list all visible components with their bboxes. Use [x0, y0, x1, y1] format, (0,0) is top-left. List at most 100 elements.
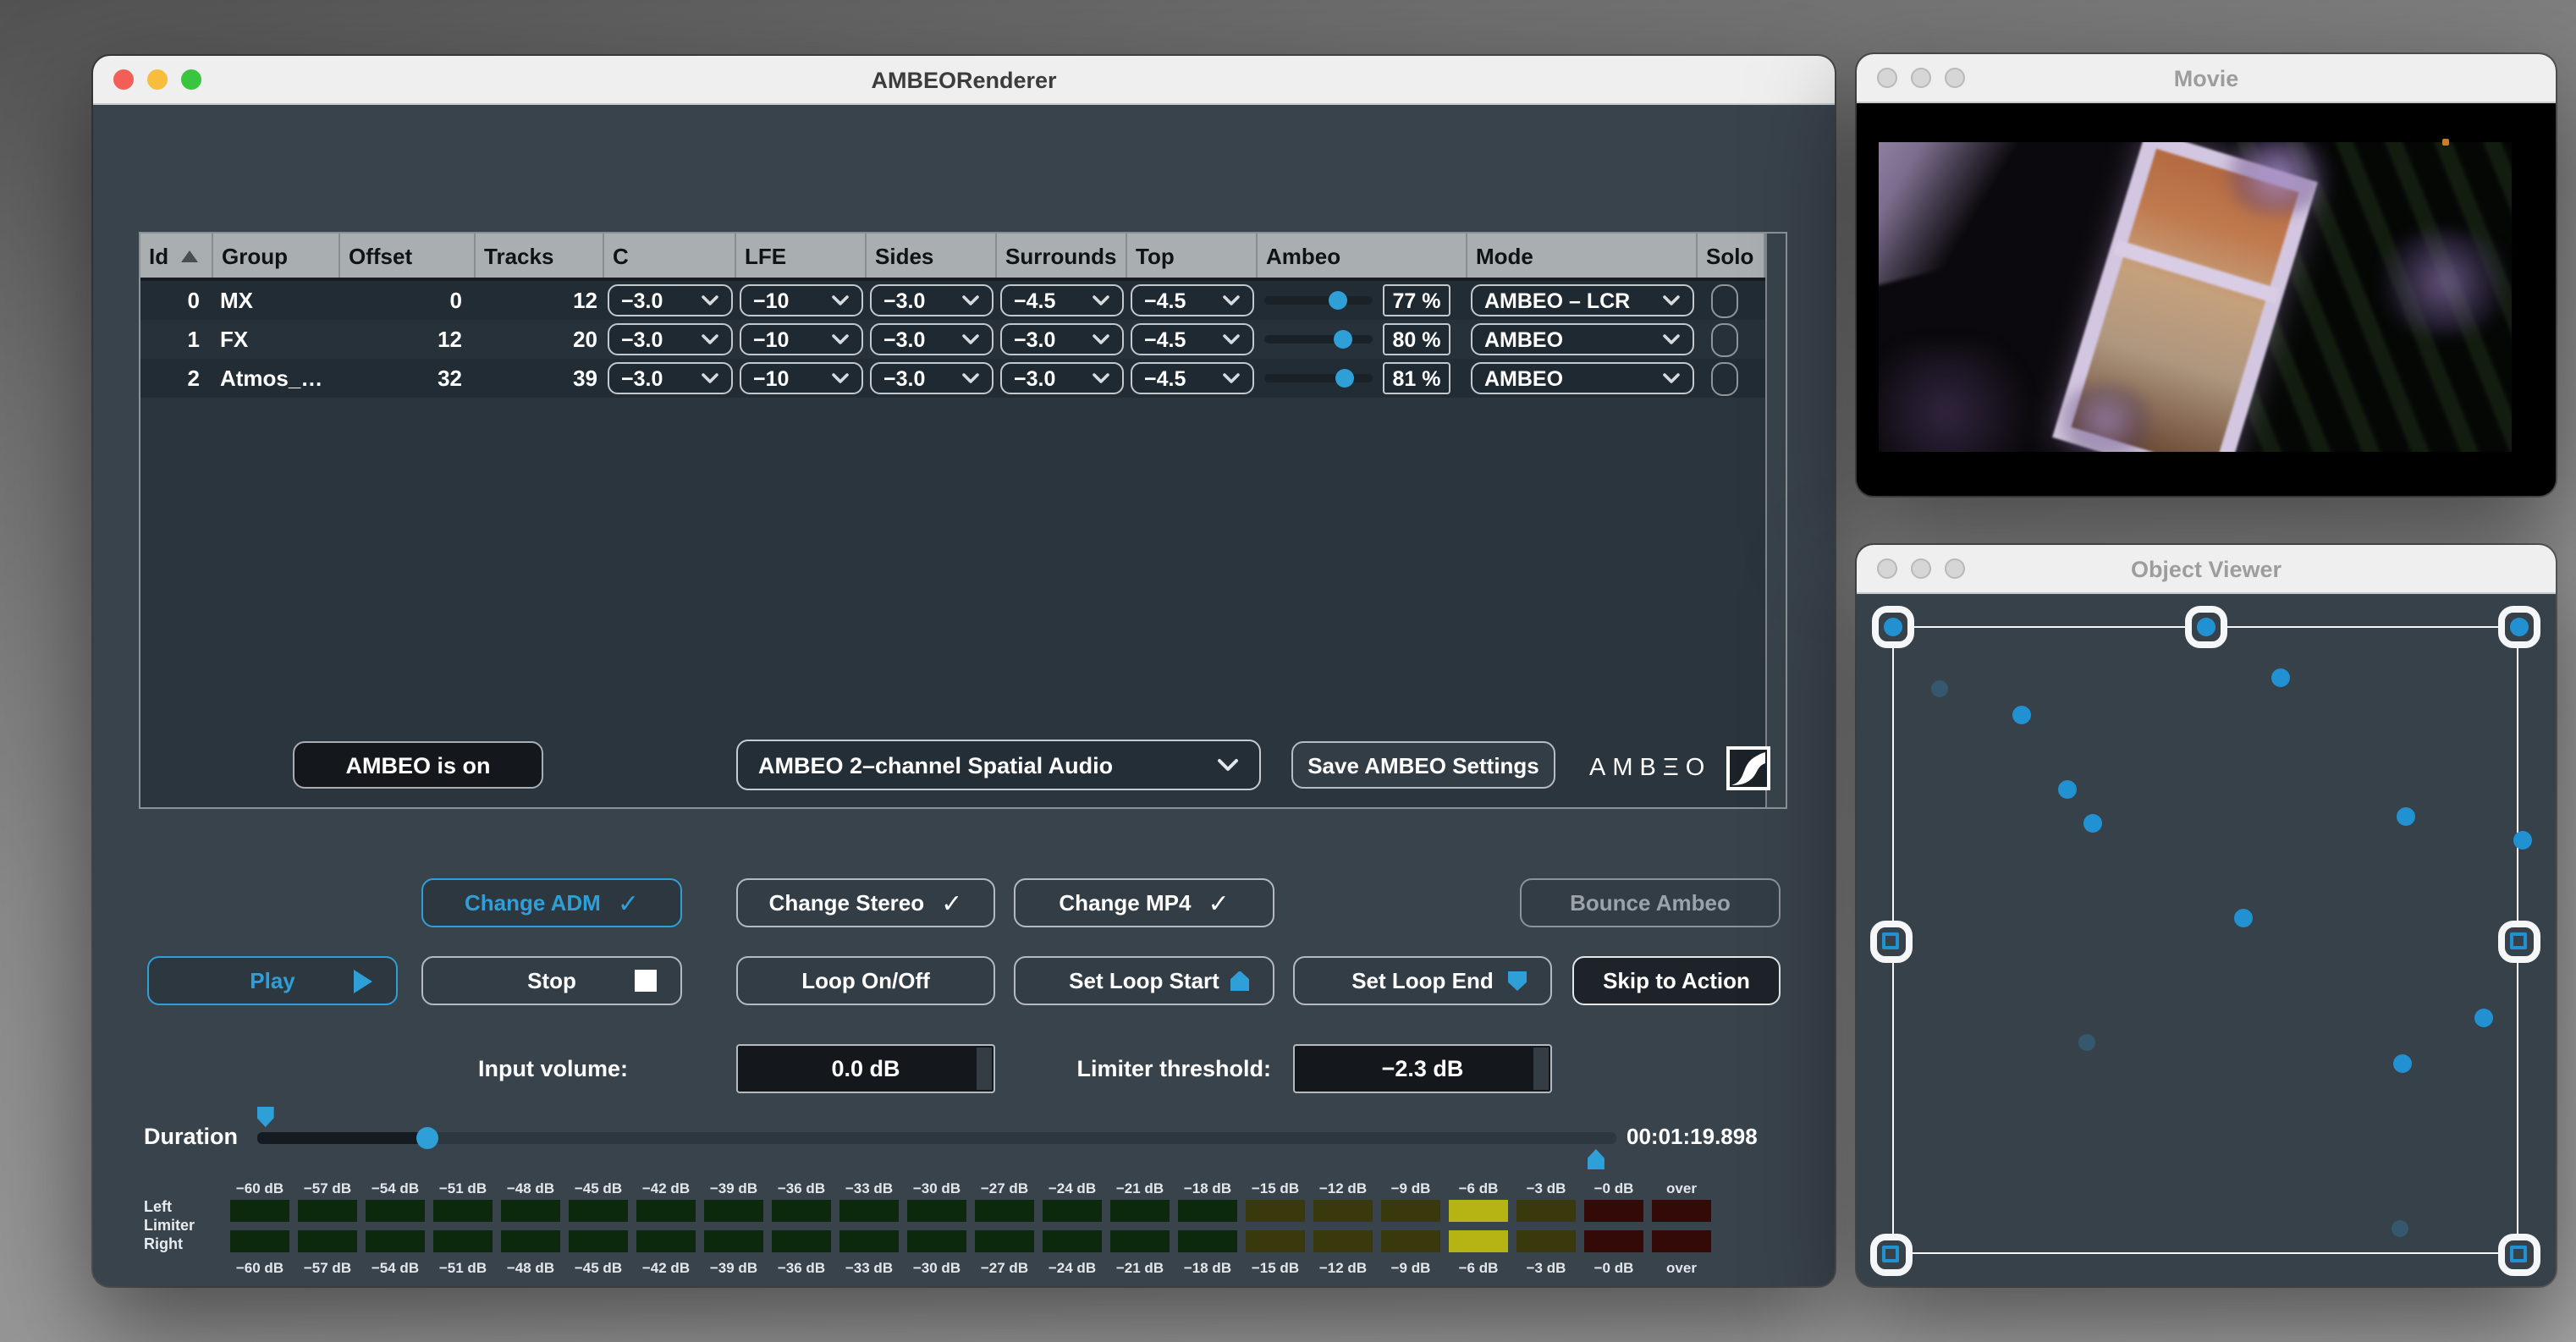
table-row[interactable]: 0MX012−3.0−10−3.0−4.5−4.577 %AMBEO – LCR	[140, 281, 1786, 320]
table-row[interactable]: 1FX1220−3.0−10−3.0−3.0−4.580 %AMBEO	[140, 320, 1786, 359]
ambeo-amount-slider[interactable]	[1264, 296, 1373, 305]
zoom-button[interactable]	[1945, 68, 1965, 88]
limiter-threshold-field[interactable]: −2.3 dB	[1293, 1044, 1552, 1093]
minimize-button[interactable]	[1911, 68, 1931, 88]
slider-knob[interactable]	[1335, 369, 1354, 388]
meter-scale-label: −39 dB	[704, 1180, 763, 1196]
format-select[interactable]: AMBEO 2–channel Spatial Audio	[736, 740, 1261, 790]
gain-select-surrounds[interactable]: −4.5	[1000, 284, 1124, 316]
ambeo-percent-field[interactable]: 77 %	[1383, 284, 1450, 316]
minimize-button[interactable]	[147, 69, 168, 90]
duration-slider[interactable]	[257, 1132, 1616, 1144]
cell-offset: 32	[340, 359, 476, 398]
solo-checkbox[interactable]	[1711, 322, 1738, 356]
column-header-id[interactable]: Id	[140, 234, 213, 278]
column-header-tracks[interactable]: Tracks	[476, 234, 604, 278]
playhead-knob[interactable]	[416, 1126, 438, 1148]
audio-object-dot[interactable]	[2513, 830, 2531, 849]
audio-object-dot[interactable]	[2271, 668, 2289, 686]
bounce-ambeo-button[interactable]: Bounce Ambeo	[1520, 878, 1781, 927]
audio-object-dot[interactable]	[2474, 1008, 2492, 1026]
mode-select[interactable]: AMBEO	[1471, 323, 1694, 355]
loop-toggle-button[interactable]: Loop On/Off	[736, 956, 995, 1005]
table-row[interactable]: 2Atmos_…3239−3.0−10−3.0−3.0−4.581 %AMBEO	[140, 359, 1786, 398]
play-button[interactable]: Play	[147, 956, 398, 1005]
meter-channel-label: Left	[144, 1198, 195, 1217]
solo-checkbox[interactable]	[1711, 283, 1738, 317]
column-header-c[interactable]: C	[604, 234, 736, 278]
audio-object-dot[interactable]	[2057, 779, 2076, 798]
audio-object-dot[interactable]	[2233, 908, 2252, 927]
audio-object-dot[interactable]	[2392, 1220, 2408, 1237]
cell-mode: AMBEO – LCR	[1467, 281, 1698, 320]
meter-segment	[1516, 1230, 1576, 1252]
gain-select-sides[interactable]: −3.0	[870, 284, 994, 316]
input-volume-field[interactable]: 0.0 dB	[736, 1044, 995, 1093]
meter-scale-label: −42 dB	[636, 1259, 696, 1276]
column-header-lfe[interactable]: LFE	[736, 234, 867, 278]
column-header-mode[interactable]: Mode	[1467, 234, 1698, 278]
ambeo-percent-field[interactable]: 80 %	[1383, 323, 1450, 355]
audio-object-dot[interactable]	[1931, 680, 1948, 697]
mode-select[interactable]: AMBEO	[1471, 362, 1694, 394]
audio-object-dot[interactable]	[2392, 1053, 2411, 1072]
ambeo-percent-field[interactable]: 81 %	[1383, 362, 1450, 394]
change-stereo-button[interactable]: Change Stereo✓	[736, 878, 995, 927]
audio-object-dot[interactable]	[2083, 813, 2101, 832]
loop-end-marker[interactable]	[1588, 1149, 1604, 1169]
solo-checkbox[interactable]	[1711, 361, 1738, 395]
stop-button[interactable]: Stop	[421, 956, 682, 1005]
column-header-sides[interactable]: Sides	[867, 234, 997, 278]
column-header-group[interactable]: Group	[213, 234, 340, 278]
close-button[interactable]	[113, 69, 134, 90]
movie-titlebar[interactable]: Movie	[1857, 54, 2556, 103]
meter-scale-label: −15 dB	[1246, 1259, 1305, 1276]
column-header-surrounds[interactable]: Surrounds	[997, 234, 1127, 278]
gain-select-surrounds[interactable]: −3.0	[1000, 362, 1124, 394]
column-header-top[interactable]: Top	[1127, 234, 1258, 278]
gain-select-c[interactable]: −3.0	[608, 284, 733, 316]
change-adm-button[interactable]: Change ADM✓	[421, 878, 682, 927]
column-header-ambeo[interactable]: Ambeo	[1258, 234, 1467, 278]
gain-select-top[interactable]: −4.5	[1131, 362, 1254, 394]
table-scrollbar[interactable]	[1765, 234, 1786, 807]
save-ambeo-settings-button[interactable]: Save AMBEO Settings	[1291, 741, 1555, 789]
slider-knob[interactable]	[1335, 330, 1353, 349]
gain-select-lfe[interactable]: −10	[740, 284, 863, 316]
mode-value: AMBEO	[1484, 327, 1563, 351]
gain-select-sides[interactable]: −3.0	[870, 362, 994, 394]
speaker-anchor	[1869, 920, 1912, 962]
gain-select-c[interactable]: −3.0	[608, 323, 733, 355]
gain-select-surrounds[interactable]: −3.0	[1000, 323, 1124, 355]
audio-object-dot[interactable]	[2078, 1034, 2095, 1051]
zoom-button[interactable]	[1945, 558, 1965, 579]
gain-select-lfe[interactable]: −10	[740, 362, 863, 394]
meter-segment	[975, 1200, 1034, 1222]
set-loop-end-button[interactable]: Set Loop End	[1293, 956, 1552, 1005]
gain-select-lfe[interactable]: −10	[740, 323, 863, 355]
close-button[interactable]	[1877, 558, 1897, 579]
ambeo-amount-slider[interactable]	[1264, 374, 1373, 382]
gain-select-top[interactable]: −4.5	[1131, 284, 1254, 316]
viewer-titlebar[interactable]: Object Viewer	[1857, 545, 2556, 594]
column-header-offset[interactable]: Offset	[340, 234, 476, 278]
gain-select-top[interactable]: −4.5	[1131, 323, 1254, 355]
meter-segment	[1043, 1200, 1102, 1222]
column-header-solo[interactable]: Solo	[1698, 234, 1765, 278]
ambeo-amount-slider[interactable]	[1264, 335, 1373, 344]
gain-select-sides[interactable]: −3.0	[870, 323, 994, 355]
audio-object-dot[interactable]	[2012, 705, 2030, 723]
minimize-button[interactable]	[1911, 558, 1931, 579]
main-titlebar[interactable]: AMBEORenderer	[93, 56, 1835, 105]
mode-select[interactable]: AMBEO – LCR	[1471, 284, 1694, 316]
gain-select-c[interactable]: −3.0	[608, 362, 733, 394]
ambeo-status-button[interactable]: AMBEO is on	[293, 741, 543, 789]
change-mp4-button[interactable]: Change MP4✓	[1014, 878, 1274, 927]
close-button[interactable]	[1877, 68, 1897, 88]
audio-object-dot[interactable]	[2396, 806, 2414, 825]
set-loop-start-button[interactable]: Set Loop Start	[1014, 956, 1274, 1005]
loop-start-marker[interactable]	[257, 1107, 274, 1127]
slider-knob[interactable]	[1329, 291, 1347, 310]
zoom-button[interactable]	[181, 69, 201, 90]
skip-to-action-button[interactable]: Skip to Action	[1572, 956, 1781, 1005]
